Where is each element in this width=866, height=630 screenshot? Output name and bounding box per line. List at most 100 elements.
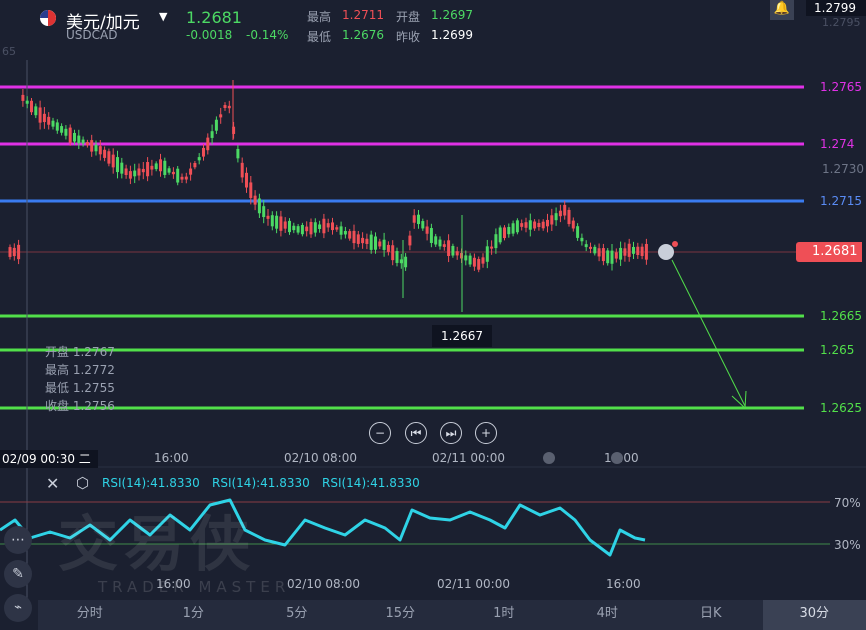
tab-daily[interactable]: 日K <box>659 600 763 630</box>
candle-body <box>68 127 72 143</box>
skip-end-button[interactable]: ⏭ <box>440 422 462 444</box>
candle-body <box>313 222 317 233</box>
candle-body <box>644 243 648 260</box>
candle-body <box>253 195 257 205</box>
candle-body <box>554 213 558 221</box>
candle-body <box>47 116 51 125</box>
candle-body <box>567 209 571 225</box>
ohlc-close: 收盘 1.2756 <box>45 399 115 413</box>
candle-body <box>270 215 274 227</box>
candle-body <box>589 246 592 249</box>
candle-body <box>202 147 205 157</box>
candle-body <box>55 122 59 131</box>
scroll-dot[interactable] <box>611 452 623 464</box>
candle-body <box>451 245 455 256</box>
candle-body <box>236 148 240 159</box>
candle-body <box>245 172 248 188</box>
candle-body <box>571 220 575 229</box>
tab-15min[interactable]: 15分 <box>349 600 453 630</box>
candle-body <box>184 176 188 180</box>
projection-arrow <box>671 259 746 407</box>
info-marker-icon <box>658 244 674 260</box>
crosshair-time-label: 02/09 00:30 二 <box>0 450 98 468</box>
candle-body <box>485 246 489 262</box>
pencil-icon[interactable]: ✎ <box>4 560 32 588</box>
candle-body <box>111 154 115 168</box>
candle-body <box>214 119 218 131</box>
candle-body <box>374 236 377 250</box>
indicator-icon[interactable]: ⌁ <box>4 594 32 622</box>
candle-body <box>150 165 154 170</box>
candle-body <box>468 255 472 265</box>
zoom-out-button[interactable]: − <box>369 422 391 444</box>
low-marker-label: 1.2667 <box>432 325 492 347</box>
candle-body <box>189 168 193 175</box>
candle-body <box>404 256 408 268</box>
candle-body <box>163 160 167 175</box>
candle-body <box>331 222 334 231</box>
candle-body <box>193 162 197 168</box>
rsi-time-tick-2: 02/10 08:00 <box>287 577 360 591</box>
candle-body <box>116 157 119 173</box>
price-change-pct: -0.14% <box>246 28 289 42</box>
tab-5min[interactable]: 5分 <box>245 600 349 630</box>
candle-body <box>425 226 429 234</box>
time-tick-2: 02/10 08:00 <box>284 451 357 465</box>
candle-body <box>490 246 494 249</box>
faded-left-label: 65 <box>2 45 16 58</box>
tab-timeshare[interactable]: 分时 <box>38 600 142 630</box>
chevron-down-icon[interactable]: ▼ <box>159 10 167 23</box>
close-icon[interactable]: ✕ <box>46 474 59 493</box>
candle-body <box>137 168 141 176</box>
candle-body <box>288 220 291 233</box>
candle-body <box>128 171 132 179</box>
settings-hex-icon[interactable]: ⬡ <box>76 474 89 492</box>
tab-1hour[interactable]: 1时 <box>452 600 556 630</box>
scroll-dot[interactable] <box>543 452 555 464</box>
timeframe-tabbar: 分时 1分 5分 15分 1时 4时 日K 30分 <box>38 600 866 630</box>
tab-30min[interactable]: 30分 <box>762 600 866 630</box>
candle-body <box>81 139 85 144</box>
candle-body <box>640 246 644 256</box>
candle-body <box>528 220 532 230</box>
bell-icon[interactable]: 🔔 <box>770 0 794 20</box>
candle-body <box>77 135 81 144</box>
candle-body <box>275 215 279 229</box>
skip-start-button[interactable]: ⏮ <box>405 422 427 444</box>
candle-body <box>266 215 270 219</box>
candle-body <box>429 228 433 243</box>
candle-body <box>249 182 253 198</box>
candle-body <box>154 163 158 170</box>
candle-body <box>593 246 597 254</box>
candle-body <box>442 244 446 247</box>
candle-body <box>223 105 227 109</box>
faded-top-price: 1.2795 <box>822 16 861 29</box>
candle-body <box>361 237 365 244</box>
candle-body <box>343 230 347 235</box>
candle-body <box>438 239 442 247</box>
candle-body <box>292 225 296 231</box>
candle-body <box>601 248 605 262</box>
candle-body <box>305 226 309 232</box>
candle-body <box>537 222 541 228</box>
candle-body <box>541 221 545 229</box>
candle-body <box>210 131 214 138</box>
candle-body <box>30 100 33 113</box>
candle-body <box>120 162 124 174</box>
candle-body <box>356 234 360 244</box>
candle-body <box>391 245 395 261</box>
candle-body <box>257 198 261 214</box>
candle-body <box>17 244 21 260</box>
tab-4hour[interactable]: 4时 <box>556 600 660 630</box>
candle-body <box>34 106 38 116</box>
time-tick-1: 16:00 <box>154 451 189 465</box>
candle-body <box>51 120 55 127</box>
tab-1min[interactable]: 1分 <box>142 600 246 630</box>
high-label: 最高 <box>307 10 332 24</box>
candle-body <box>417 214 420 225</box>
candle-body <box>141 168 145 173</box>
rsi-label-2: RSI(14):41.8330 <box>212 476 310 490</box>
drawing-tool-icon[interactable]: ⋯ <box>4 526 32 554</box>
zoom-in-button[interactable]: + <box>475 422 497 444</box>
rsi-time-tick-3: 02/11 00:00 <box>437 577 510 591</box>
